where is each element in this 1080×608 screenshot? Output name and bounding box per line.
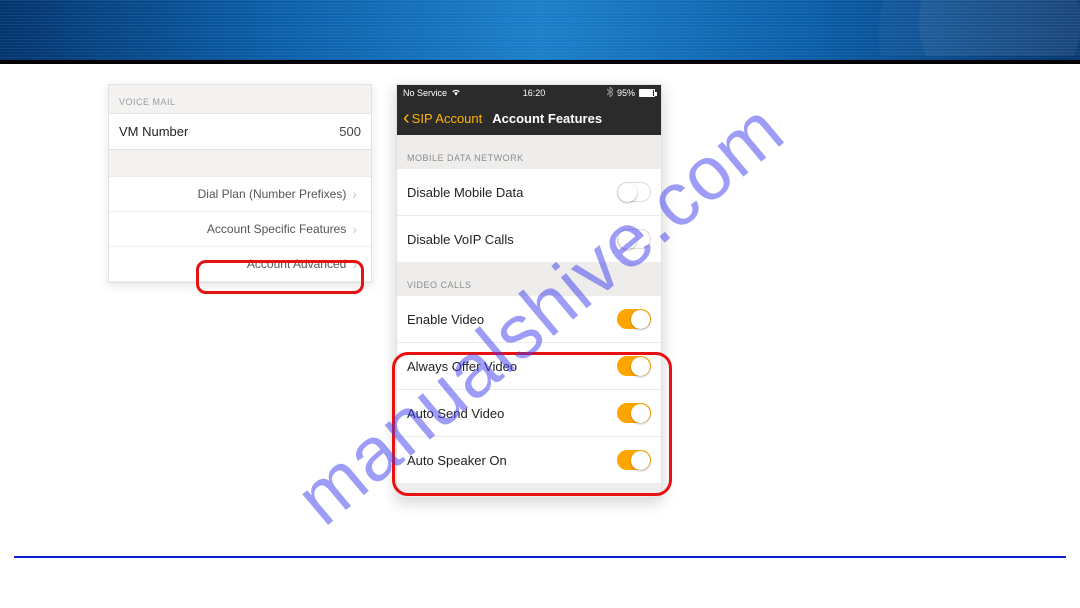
- content-area: VOICE MAIL VM Number 500 Dial Plan (Numb…: [0, 64, 1080, 584]
- phone-screenshot: No Service 16:20 95% ‹ SIP Account Accou…: [396, 84, 662, 498]
- section-header-video-calls: VIDEO CALLS: [397, 262, 661, 296]
- row-auto-send-video[interactable]: Auto Send Video: [397, 390, 661, 437]
- chevron-right-icon: ›: [352, 222, 357, 236]
- carrier-label: No Service: [403, 88, 447, 98]
- bluetooth-icon: [607, 87, 613, 99]
- nav-dial-plan-label: Dial Plan (Number Prefixes): [198, 187, 347, 201]
- row-disable-voip[interactable]: Disable VoIP Calls: [397, 216, 661, 262]
- label-disable-voip: Disable VoIP Calls: [407, 232, 514, 247]
- row-always-offer-video[interactable]: Always Offer Video: [397, 343, 661, 390]
- clock-label: 16:20: [523, 88, 546, 98]
- back-chevron-icon[interactable]: ‹: [403, 108, 410, 128]
- label-enable-video: Enable Video: [407, 312, 484, 327]
- top-banner: [0, 0, 1080, 64]
- footer-divider: [14, 556, 1066, 558]
- back-label[interactable]: SIP Account: [412, 111, 483, 126]
- toggle-disable-voip[interactable]: [617, 229, 651, 249]
- battery-icon: [639, 89, 655, 97]
- nav-dial-plan[interactable]: Dial Plan (Number Prefixes) ›: [109, 176, 371, 211]
- label-auto-send-video: Auto Send Video: [407, 406, 504, 421]
- status-bar: No Service 16:20 95%: [397, 85, 661, 101]
- nav-bar: ‹ SIP Account Account Features: [397, 101, 661, 135]
- toggle-auto-speaker-on[interactable]: [617, 450, 651, 470]
- label-disable-mobile-data: Disable Mobile Data: [407, 185, 523, 200]
- nav-account-specific-label: Account Specific Features: [207, 222, 346, 236]
- wifi-icon: [451, 88, 461, 98]
- left-nav-group: Dial Plan (Number Prefixes) › Account Sp…: [109, 176, 371, 282]
- battery-label: 95%: [617, 88, 635, 98]
- section-header-voicemail: VOICE MAIL: [109, 85, 371, 113]
- vm-number-label: VM Number: [119, 124, 188, 139]
- label-always-offer-video: Always Offer Video: [407, 359, 517, 374]
- mobile-data-rows: Disable Mobile Data Disable VoIP Calls: [397, 169, 661, 262]
- nav-account-specific[interactable]: Account Specific Features ›: [109, 211, 371, 246]
- label-auto-speaker-on: Auto Speaker On: [407, 453, 507, 468]
- toggle-auto-send-video[interactable]: [617, 403, 651, 423]
- row-disable-mobile-data[interactable]: Disable Mobile Data: [397, 169, 661, 216]
- toggle-disable-mobile-data[interactable]: [617, 182, 651, 202]
- row-auto-speaker-on[interactable]: Auto Speaker On: [397, 437, 661, 483]
- vm-number-value: 500: [339, 124, 361, 139]
- chevron-right-icon: ›: [352, 187, 357, 201]
- vm-number-row[interactable]: VM Number 500: [109, 113, 371, 150]
- video-call-rows: Enable Video Always Offer Video Auto Sen…: [397, 296, 661, 483]
- row-enable-video[interactable]: Enable Video: [397, 296, 661, 343]
- toggle-always-offer-video[interactable]: [617, 356, 651, 376]
- chevron-right-icon: ›: [352, 257, 357, 271]
- nav-account-advanced[interactable]: Account Advanced ›: [109, 246, 371, 282]
- nav-title: Account Features: [492, 111, 602, 126]
- nav-account-advanced-label: Account Advanced: [247, 257, 346, 271]
- left-settings-panel: VOICE MAIL VM Number 500 Dial Plan (Numb…: [108, 84, 372, 283]
- toggle-enable-video[interactable]: [617, 309, 651, 329]
- section-header-mobile-data: MOBILE DATA NETWORK: [397, 135, 661, 169]
